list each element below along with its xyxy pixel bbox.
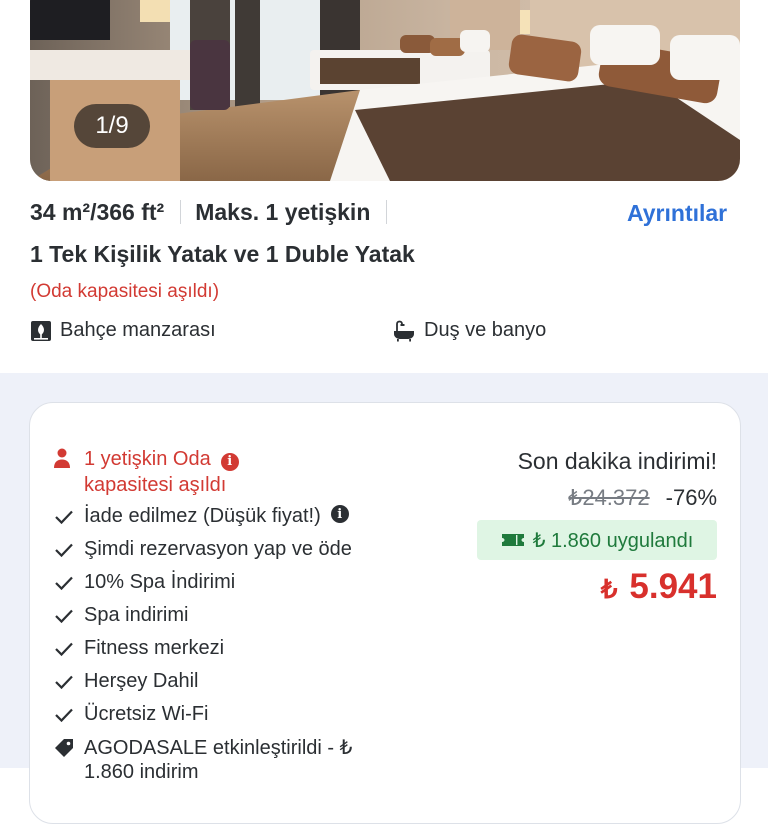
currency-symbol: ₺ bbox=[600, 574, 618, 604]
check-icon bbox=[52, 571, 76, 595]
amenity-label: Bahçe manzarası bbox=[60, 319, 216, 341]
check-icon bbox=[52, 538, 76, 562]
deal-label: Son dakika indirimi! bbox=[517, 448, 717, 474]
capacity-warning: (Oda kapasitesi aşıldı) bbox=[30, 281, 220, 302]
feature-item: Şimdi rezervasyon yap ve öde bbox=[52, 538, 352, 562]
capacity-alert: 1 yetişkin Oda i kapasitesi aşıldı bbox=[52, 446, 239, 498]
price-comparison: ₺24.372 -76% bbox=[568, 485, 717, 511]
tag-icon bbox=[52, 736, 76, 760]
feature-item: 10% Spa İndirimi bbox=[52, 571, 235, 595]
divider bbox=[180, 200, 182, 224]
final-price-value: 5.941 bbox=[629, 567, 717, 606]
feature-label: Ücretsiz Wi-Fi bbox=[84, 703, 209, 725]
max-guests: Maks. 1 yetişkin bbox=[195, 198, 371, 225]
amenity-label: Duş ve banyo bbox=[424, 319, 547, 341]
info-icon[interactable]: i bbox=[220, 453, 239, 471]
coupon-line2: 1.860 indirim bbox=[84, 761, 199, 783]
final-price: ₺ 5.941 bbox=[601, 567, 717, 607]
capacity-alert-line2: kapasitesi aşıldı bbox=[84, 474, 227, 496]
amenity-shower-bath: Duş ve banyo bbox=[392, 319, 546, 342]
divider bbox=[386, 200, 388, 224]
room-photo-image bbox=[30, 0, 740, 181]
coupon-item: AGODASALE etkinleştirildi - ₺ 1.860 indi… bbox=[52, 736, 352, 784]
person-icon bbox=[52, 447, 76, 498]
garden-view-icon bbox=[31, 320, 51, 341]
check-icon bbox=[52, 703, 76, 727]
coupon-applied-text: ₺ 1.860 uygulandı bbox=[532, 529, 694, 552]
bed-configuration: 1 Tek Kişilik Yatak ve 1 Duble Yatak bbox=[30, 241, 415, 267]
feature-label: Spa indirimi bbox=[84, 604, 189, 626]
feature-item: İade edilmez (Düşük fiyat!) i bbox=[52, 505, 349, 529]
feature-label: İade edilmez (Düşük fiyat!) bbox=[84, 505, 321, 527]
check-icon bbox=[52, 670, 76, 694]
amenity-garden-view: Bahçe manzarası bbox=[30, 319, 216, 342]
check-icon bbox=[52, 637, 76, 661]
feature-label: 10% Spa İndirimi bbox=[84, 571, 236, 593]
capacity-alert-line1: 1 yetişkin Oda bbox=[84, 448, 211, 470]
feature-item: Fitness merkezi bbox=[52, 637, 224, 661]
room-size: 34 m²/366 ft² bbox=[30, 198, 165, 225]
feature-item: Herşey Dahil bbox=[52, 670, 198, 694]
check-icon bbox=[52, 505, 76, 529]
room-photo[interactable]: 1/9 bbox=[30, 0, 740, 181]
info-icon[interactable]: i bbox=[330, 505, 349, 523]
coupon-line1: AGODASALE etkinleştirildi - ₺ bbox=[84, 737, 353, 759]
discount-percent: -76% bbox=[665, 485, 717, 510]
feature-item: Ücretsiz Wi-Fi bbox=[52, 703, 208, 727]
coupon-applied-badge: ₺ 1.860 uygulandı bbox=[477, 520, 717, 560]
feature-label: Herşey Dahil bbox=[84, 670, 199, 692]
check-icon bbox=[52, 604, 76, 628]
shower-bath-icon bbox=[394, 320, 414, 341]
feature-label: Şimdi rezervasyon yap ve öde bbox=[84, 538, 352, 560]
feature-label: Fitness merkezi bbox=[84, 637, 225, 659]
ticket-icon bbox=[501, 534, 524, 546]
details-link[interactable]: Ayrıntılar bbox=[627, 200, 727, 227]
photo-counter: 1/9 bbox=[74, 104, 150, 148]
original-price: ₺24.372 bbox=[568, 485, 650, 510]
room-size-row: 34 m²/366 ft² Maks. 1 yetişkin bbox=[30, 196, 388, 228]
feature-item: Spa indirimi bbox=[52, 604, 188, 628]
